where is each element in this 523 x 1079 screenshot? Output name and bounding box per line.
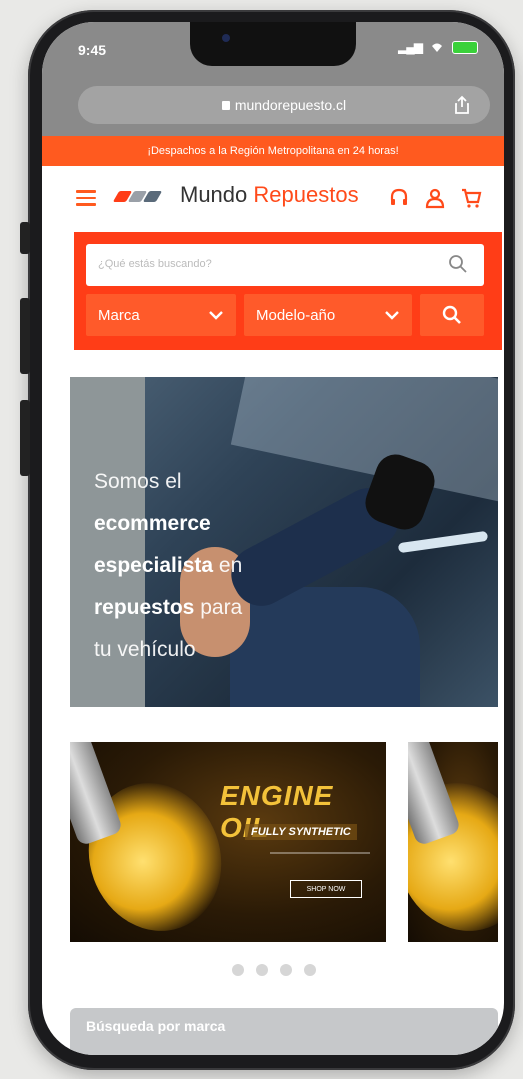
cart-icon[interactable] [460, 187, 482, 209]
hero-line4-bold: repuestos [94, 596, 195, 619]
carousel-dot[interactable] [232, 964, 244, 976]
search-placeholder: ¿Qué estás buscando? [98, 258, 212, 270]
search-input[interactable]: ¿Qué estás buscando? [86, 244, 484, 286]
headset-icon[interactable] [388, 187, 410, 209]
search-icon [442, 305, 461, 324]
header-actions [388, 187, 482, 209]
hero-line4-thin: para [194, 596, 243, 619]
url-text: mundorepuesto.cl [234, 97, 347, 113]
engine-oil-banner[interactable]: ENGINE OIL FULLY SYNTHETIC SHOP NOW [70, 742, 386, 942]
carousel-dot[interactable] [256, 964, 268, 976]
brand-name[interactable]: Mundo Repuestos [180, 182, 359, 208]
hero-banner[interactable]: Somos el ecommerce especialista en repue… [70, 377, 498, 707]
volume-up-button [20, 298, 30, 374]
promo-bar: ¡Despachos a la Región Metropolitana en … [42, 136, 504, 166]
signal-icon: ▂▄▆ [398, 40, 423, 54]
brand-select[interactable]: Marca [86, 294, 236, 336]
hero-line1: Somos el [94, 470, 182, 493]
hero-line2: ecommerce [94, 512, 211, 535]
hero-line3-thin: en [213, 554, 243, 577]
brand-part1: Mundo [180, 182, 248, 207]
search-icon[interactable] [448, 254, 468, 274]
search-button[interactable] [420, 294, 484, 336]
status-time: 9:45 [78, 42, 107, 58]
model-year-select[interactable]: Modelo-año [244, 294, 412, 336]
address-bar[interactable]: mundorepuesto.cl [78, 86, 490, 124]
user-icon[interactable] [424, 187, 446, 209]
wifi-icon [432, 43, 442, 52]
site-header: Mundo Repuestos [42, 166, 504, 232]
carousel-dot[interactable] [280, 964, 292, 976]
volume-down-button [20, 400, 30, 476]
browser-toolbar: mundorepuesto.cl [42, 74, 504, 136]
hero-text: Somos el ecommerce especialista en repue… [94, 461, 242, 671]
hero-garage-light [397, 530, 489, 554]
brand-search-section[interactable]: Búsqueda por marca [70, 1008, 498, 1055]
banner-divider [270, 852, 370, 854]
carousel-dots [232, 964, 316, 976]
front-camera [222, 34, 230, 42]
hero-line5: tu vehículo [94, 638, 196, 661]
banner-shop-button[interactable]: SHOP NOW [290, 880, 362, 898]
phone-screen: 9:45 ▂▄▆ mundorepuesto.cl ¡Despachos a l… [42, 22, 504, 1055]
lock-icon [221, 100, 230, 110]
brand-part2: Repuestos [253, 182, 359, 207]
status-icons: ▂▄▆ [398, 40, 478, 54]
promo-text: ¡Despachos a la Región Metropolitana en … [147, 145, 399, 157]
mute-switch [20, 222, 30, 254]
carousel-dot[interactable] [304, 964, 316, 976]
notch [190, 22, 356, 66]
menu-icon[interactable] [76, 190, 96, 206]
chevron-down-icon [385, 311, 399, 320]
chevron-down-icon [209, 311, 223, 320]
share-icon[interactable] [452, 95, 472, 115]
battery-icon [452, 40, 478, 54]
hero-line3-bold: especialista [94, 554, 214, 577]
next-banner-peek[interactable] [408, 742, 498, 942]
logo-icon[interactable] [112, 191, 163, 202]
brand-search-title: Búsqueda por marca [86, 1018, 226, 1034]
model-select-label: Modelo-año [256, 306, 336, 324]
banner-subtitle: FULLY SYNTHETIC [245, 824, 357, 840]
brand-select-label: Marca [98, 306, 140, 324]
search-panel: ¿Qué estás buscando? Marca Modelo-año [74, 232, 502, 350]
